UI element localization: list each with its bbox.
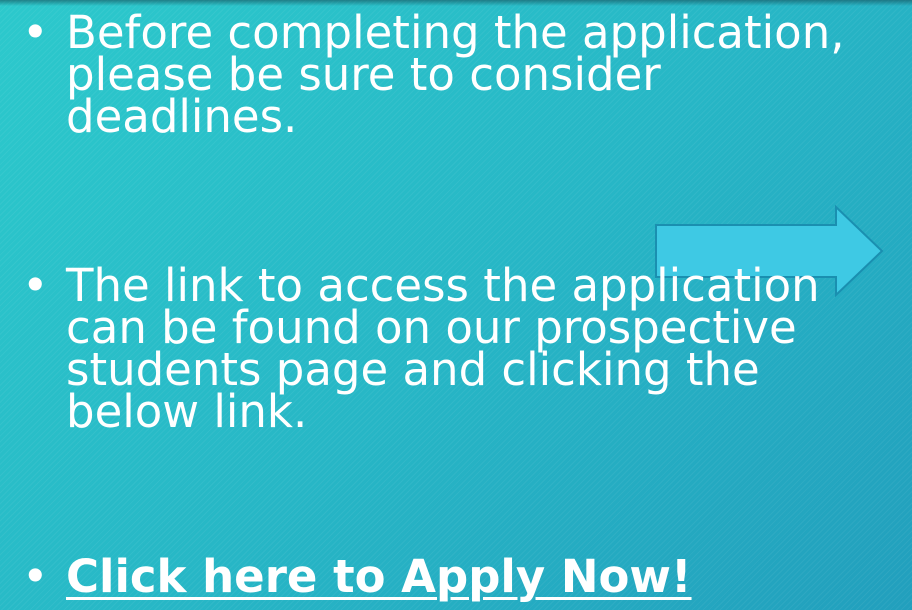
apply-now-link[interactable]: Click here to Apply Now! [66,554,906,599]
bullet-marker: • [22,550,49,603]
bullet-text-link-info: The link to access the application can b… [66,259,820,438]
bullet-marker: • [22,6,49,59]
bullet-text-deadlines: Before completing the application, pleas… [66,6,845,143]
bullet-marker: • [22,259,49,312]
